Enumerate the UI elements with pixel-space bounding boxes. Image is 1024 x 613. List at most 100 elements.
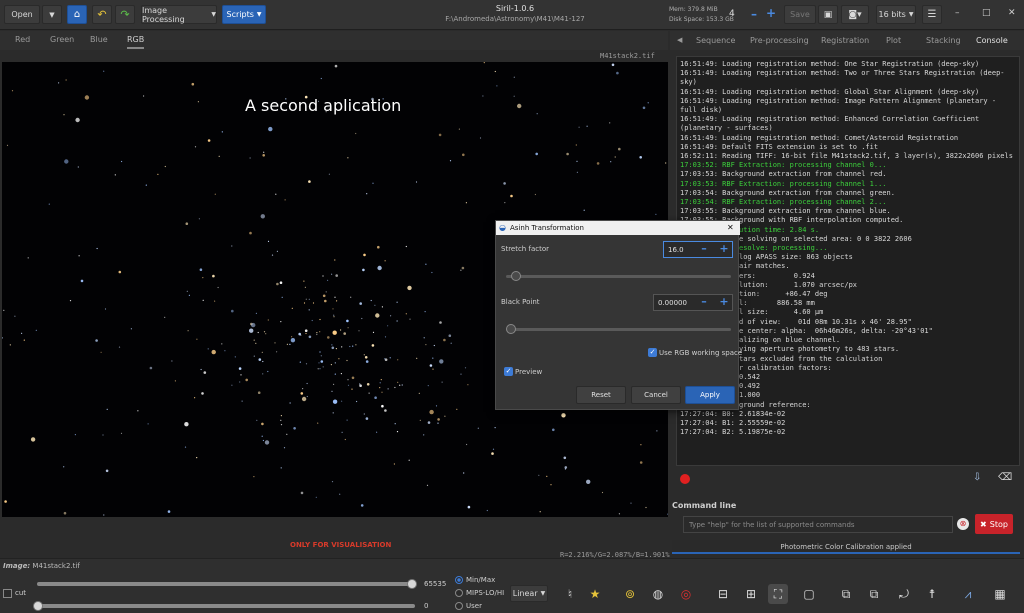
stretch-factor-slider[interactable]	[506, 275, 731, 278]
console-line: 16:51:49: Loading registration method: E…	[680, 115, 980, 124]
rotate-icon[interactable]: ⤾	[894, 584, 914, 604]
zoom-one-icon[interactable]: ▢	[799, 584, 819, 604]
target-icon[interactable]: ◎	[676, 584, 696, 604]
star	[74, 434, 76, 436]
dialog-close-icon[interactable]: ✕	[727, 221, 734, 235]
tab-rgb[interactable]: RGB	[127, 35, 145, 49]
tab-pre-processing[interactable]: Pre-processing	[750, 36, 809, 45]
home-button[interactable]: ⌂	[67, 5, 87, 24]
clear-log-icon[interactable]: ⌫	[998, 472, 1012, 483]
star	[257, 331, 259, 334]
zoom-in-icon[interactable]: ⊞	[741, 584, 761, 604]
tab-registration[interactable]: Registration	[821, 36, 869, 45]
console-line: 17:27:04: B0: 2.61834e-02	[680, 409, 786, 418]
min-slider-track[interactable]	[37, 604, 415, 608]
zoom-out-icon[interactable]: ⊟	[713, 584, 733, 604]
threads-increase-button[interactable]: +	[766, 6, 776, 20]
bit-depth-menu[interactable]: 16 bits	[876, 5, 916, 24]
star	[350, 296, 352, 298]
tab-console[interactable]: Console	[976, 36, 1008, 45]
minimize-button[interactable]: –	[955, 8, 960, 18]
preview-checkbox[interactable]: ✓	[504, 367, 513, 376]
star	[291, 336, 293, 338]
open-button[interactable]: Open	[4, 5, 40, 24]
graph-icon[interactable]: ▦	[990, 584, 1010, 604]
star	[377, 265, 382, 271]
black-point-slider[interactable]	[506, 328, 731, 331]
star	[513, 76, 515, 78]
mirror-x-icon[interactable]: ⧉	[836, 584, 856, 604]
save-log-icon[interactable]: ⇩	[973, 472, 981, 483]
stretch-mode-select[interactable]: Linear	[510, 585, 548, 602]
star	[374, 396, 377, 400]
globe-icon[interactable]: ◍	[648, 584, 668, 604]
stretch-factor-increase[interactable]: +	[718, 243, 730, 255]
redo-button[interactable]: ↷	[115, 5, 135, 24]
star	[381, 404, 384, 408]
chart-icon[interactable]: ⩘	[958, 584, 978, 604]
star	[186, 290, 188, 292]
snapshot-button[interactable]: ▣	[818, 5, 838, 24]
star	[370, 299, 372, 302]
star	[517, 103, 522, 109]
star	[437, 418, 440, 421]
histogram-tool-icon[interactable]: ♮	[560, 584, 580, 604]
open-dropdown-button[interactable]: ▼	[42, 5, 62, 24]
star	[482, 95, 484, 97]
star	[539, 511, 541, 513]
clear-command-icon[interactable]: ⊗	[957, 518, 969, 530]
max-slider-track[interactable]	[37, 582, 415, 586]
cancel-button[interactable]: Cancel	[631, 386, 681, 404]
star	[284, 199, 286, 201]
tab-plot[interactable]: Plot	[886, 36, 901, 45]
min-slider-handle[interactable]	[33, 601, 43, 611]
photometry-tool-icon[interactable]: ⊚	[620, 584, 640, 604]
hamburger-menu-button[interactable]: ☰	[922, 5, 942, 24]
collapse-panel-icon[interactable]: ◀	[677, 36, 682, 44]
stretch-factor-decrease[interactable]: –	[698, 243, 710, 255]
black-point-increase[interactable]: +	[718, 296, 730, 308]
stretch-factor-handle[interactable]	[510, 271, 521, 281]
threads-decrease-button[interactable]: –	[751, 7, 757, 21]
annotate-icon[interactable]: ☨	[922, 584, 942, 604]
radio-min-max[interactable]	[455, 576, 463, 584]
mirror-y-icon[interactable]: ⧉	[864, 584, 884, 604]
star	[283, 447, 286, 449]
star	[105, 469, 109, 473]
reset-button[interactable]: Reset	[576, 386, 626, 404]
stop-button[interactable]: ✖ Stop	[975, 514, 1013, 534]
star	[465, 202, 467, 204]
rgb-space-checkbox[interactable]: ✓	[648, 348, 657, 357]
siril-window: Open ▼ ⌂ ↶ ↷ Image Processing Scripts Si…	[0, 0, 1024, 613]
scripts-menu[interactable]: Scripts	[222, 5, 266, 24]
star	[335, 348, 337, 350]
threads-value[interactable]: 4	[729, 9, 735, 19]
tab-red[interactable]: Red	[15, 35, 30, 44]
undo-button[interactable]: ↶	[92, 5, 112, 24]
command-input[interactable]	[683, 516, 953, 533]
star	[306, 382, 308, 385]
star	[460, 269, 462, 271]
radio-user[interactable]	[455, 602, 463, 610]
apply-button[interactable]: Apply	[685, 386, 735, 404]
max-slider-handle[interactable]	[407, 579, 417, 589]
star	[359, 383, 361, 385]
save-button[interactable]: Save	[784, 5, 816, 24]
screenshot-button[interactable]: ◙▾	[841, 5, 869, 24]
tab-blue[interactable]: Blue	[90, 35, 108, 44]
black-point-handle[interactable]	[506, 324, 516, 334]
star-tool-icon[interactable]: ★	[585, 584, 605, 604]
image-processing-menu[interactable]: Image Processing	[141, 5, 217, 24]
tab-sequence[interactable]: Sequence	[696, 36, 735, 45]
cut-checkbox[interactable]	[3, 589, 12, 598]
black-point-decrease[interactable]: –	[698, 296, 710, 308]
zoom-fit-icon[interactable]: ⛶	[768, 584, 788, 604]
maximize-button[interactable]: □	[982, 8, 991, 18]
visualisation-note: ONLY FOR VISUALISATION	[290, 541, 392, 549]
close-window-button[interactable]: ✕	[1008, 8, 1016, 18]
stop-recording-icon[interactable]	[680, 474, 690, 484]
star	[238, 367, 242, 370]
tab-stacking[interactable]: Stacking	[926, 36, 961, 45]
tab-green[interactable]: Green	[50, 35, 74, 44]
radio-mips[interactable]	[455, 589, 463, 597]
